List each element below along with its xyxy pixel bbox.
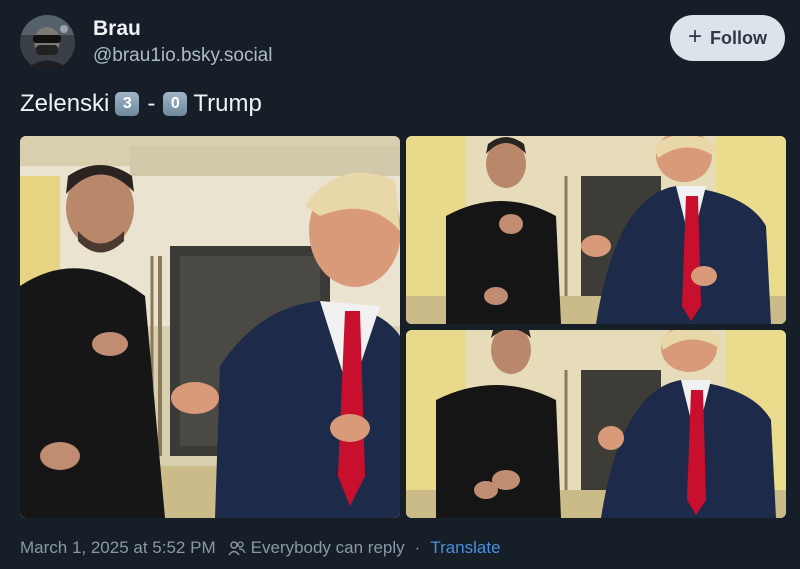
- post-timestamp[interactable]: March 1, 2025 at 5:52 PM: [20, 538, 216, 558]
- photo-bottom-right-image: [406, 330, 786, 518]
- masked-person-avatar-icon: [20, 15, 75, 70]
- author-handle[interactable]: @brau1io.bsky.social: [93, 45, 272, 67]
- post-text-left: Zelenski: [20, 90, 110, 117]
- score-separator: -: [147, 90, 156, 117]
- keycap-score-left: 3: [115, 92, 140, 116]
- post-text-right: Trump: [193, 90, 262, 117]
- keycap-score-right: 0: [163, 92, 188, 116]
- image-grid: [20, 136, 786, 518]
- photo-top-right-image: [406, 136, 786, 324]
- post-footer: March 1, 2025 at 5:52 PM Everybody can r…: [20, 538, 501, 558]
- plus-icon: +: [687, 23, 702, 50]
- follow-button[interactable]: + Follow: [670, 15, 785, 61]
- follow-button-label: Follow: [710, 27, 767, 48]
- footer-dot: ·: [414, 538, 421, 557]
- reply-setting[interactable]: Everybody can reply: [251, 538, 405, 558]
- translate-link[interactable]: Translate: [430, 538, 500, 558]
- photo-top-right[interactable]: [406, 136, 786, 324]
- author-display-name[interactable]: Brau: [93, 17, 141, 41]
- photo-main[interactable]: [20, 136, 400, 518]
- photo-main-image: [20, 136, 400, 518]
- avatar[interactable]: [20, 15, 75, 70]
- post-card: Brau @brau1io.bsky.social + Follow Zelen…: [0, 0, 800, 569]
- post-text: Zelenski 3 - 0 Trump: [20, 90, 262, 118]
- people-icon: [227, 540, 246, 556]
- photo-bottom-right[interactable]: [406, 330, 786, 518]
